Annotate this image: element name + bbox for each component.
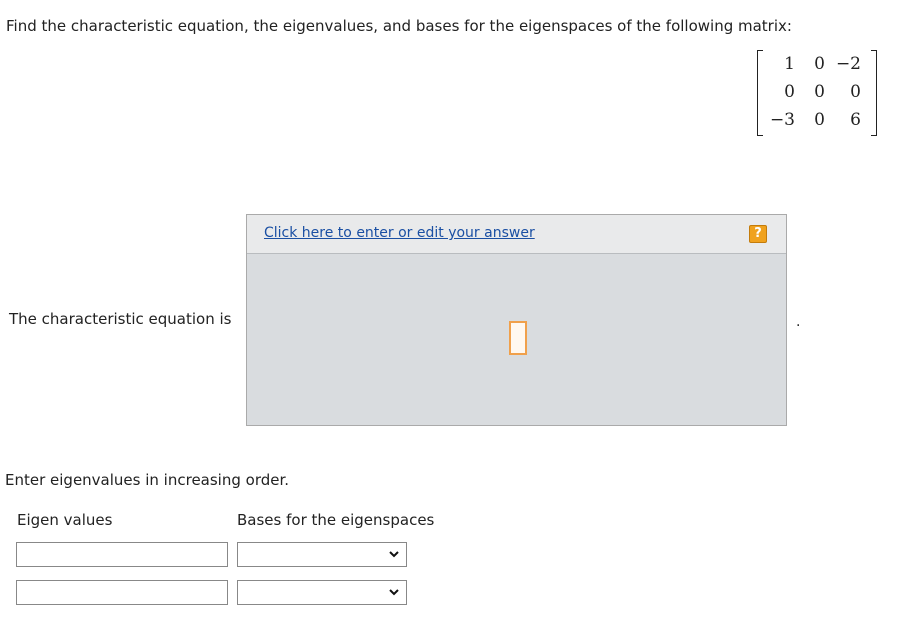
matrix-cell: 0 xyxy=(814,110,825,130)
eigen-values-header: Eigen values xyxy=(17,511,113,529)
matrix-cell: 0 xyxy=(814,54,825,74)
matrix-cell: 6 xyxy=(850,110,861,130)
question-text: Find the characteristic equation, the ei… xyxy=(6,17,792,35)
basis-select-1[interactable] xyxy=(237,542,407,567)
matrix: 1 0 −2 0 0 0 −3 0 6 xyxy=(757,50,877,136)
chevron-down-icon xyxy=(389,551,399,558)
characteristic-equation-label: The characteristic equation is xyxy=(9,310,232,328)
matrix-row: −3 0 6 xyxy=(765,110,867,134)
basis-select-2[interactable] xyxy=(237,580,407,605)
chevron-down-icon xyxy=(389,589,399,596)
eigen-value-input-2[interactable] xyxy=(16,580,228,605)
matrix-left-bracket xyxy=(757,50,763,136)
eigen-value-input-1[interactable] xyxy=(16,542,228,567)
matrix-cell: 1 xyxy=(784,54,795,74)
matrix-right-bracket xyxy=(871,50,877,136)
edit-answer-link[interactable]: Click here to enter or edit your answer xyxy=(264,225,535,241)
matrix-cell: 0 xyxy=(784,82,795,102)
answer-box[interactable]: Click here to enter or edit your answer … xyxy=(246,214,787,426)
answer-box-header: Click here to enter or edit your answer … xyxy=(247,215,786,254)
matrix-cell: 0 xyxy=(814,82,825,102)
trailing-period: . xyxy=(796,314,801,330)
matrix-cell: −2 xyxy=(835,54,861,74)
matrix-cell: 0 xyxy=(850,82,861,102)
question-icon[interactable]: ? xyxy=(749,225,767,243)
matrix-cell: −3 xyxy=(769,110,795,130)
eigenvalue-order-note: Enter eigenvalues in increasing order. xyxy=(5,471,290,489)
bases-header: Bases for the eigenspaces xyxy=(237,511,435,529)
answer-placeholder-box[interactable] xyxy=(509,321,527,355)
matrix-row: 0 0 0 xyxy=(765,82,867,106)
matrix-row: 1 0 −2 xyxy=(765,54,867,78)
